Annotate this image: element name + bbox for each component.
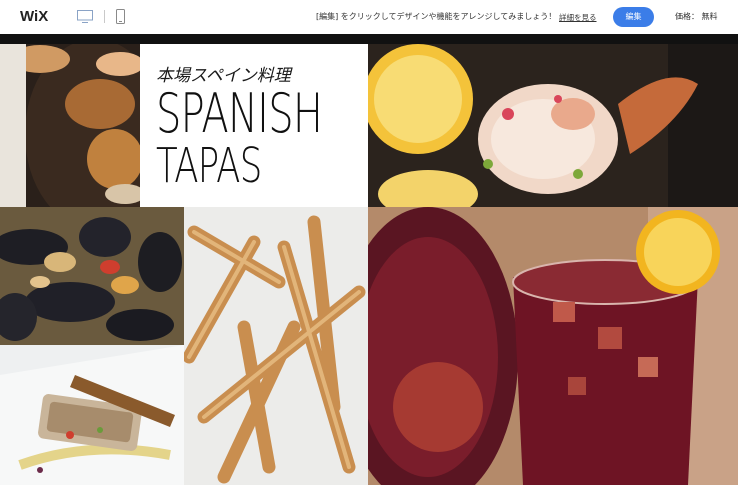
edit-button[interactable]: 編集 [613, 7, 654, 27]
wix-logo[interactable]: WiX [20, 8, 48, 25]
churros-photo [184, 207, 368, 485]
sangria-photo [368, 207, 738, 485]
hero-title-line2: TAPAS [156, 138, 262, 194]
top-bar: WiX [編集] をクリックしてデザインや機能をアレンジしてみましょう！ 詳細を… [0, 0, 738, 34]
paella-photo [0, 44, 140, 207]
terrine-photo [0, 345, 184, 485]
price-label: 価格： 無料 [675, 12, 718, 21]
mussels-photo [0, 207, 184, 345]
view-separator [104, 10, 105, 23]
hero-title-line1: SPANISH [156, 82, 323, 145]
desktop-view-icon[interactable] [77, 10, 93, 23]
promo-message: [編集] をクリックしてデザインや機能をアレンジしてみましょう！ [316, 12, 557, 21]
top-strip [0, 34, 738, 44]
shrimp-lemon-photo [368, 44, 738, 207]
mobile-view-icon[interactable] [116, 9, 125, 24]
details-link[interactable]: 詳細を見る [559, 12, 597, 23]
